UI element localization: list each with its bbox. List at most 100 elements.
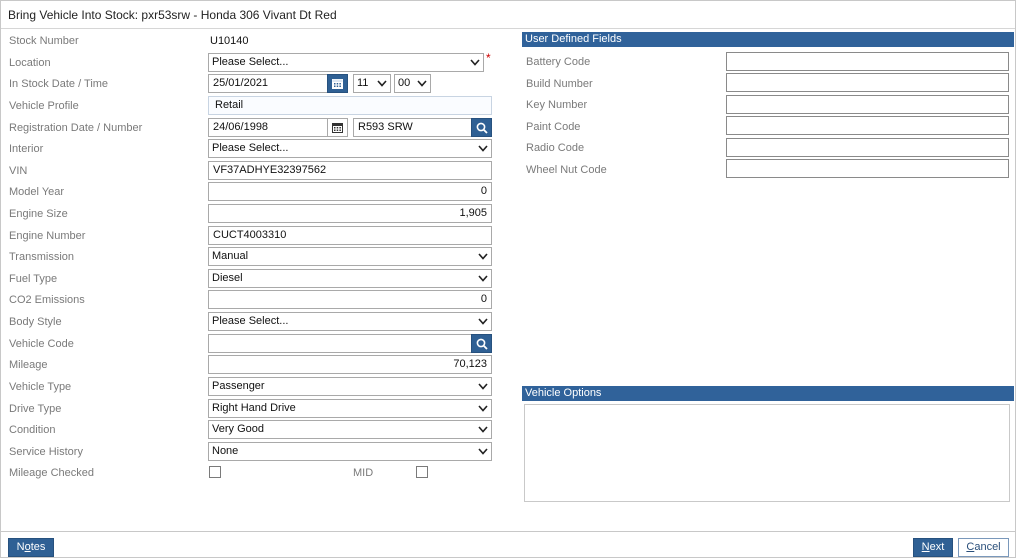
in-stock-hour-select[interactable]: 11	[353, 74, 391, 93]
interior-select[interactable]: Please Select...	[208, 139, 492, 158]
stock-number-value: U10140	[210, 35, 249, 47]
chevron-down-icon	[478, 448, 488, 455]
in-stock-label: In Stock Date / Time	[9, 78, 109, 90]
chevron-down-icon	[478, 426, 488, 433]
in-stock-date-input[interactable]: 25/01/2021	[208, 74, 328, 93]
radio-code-label: Radio Code	[526, 142, 585, 154]
key-number-label: Key Number	[526, 99, 588, 111]
radio-code-input[interactable]	[726, 138, 1009, 157]
fuel-type-select-value: Diesel	[212, 272, 243, 284]
vehicle-profile-field: Retail	[208, 96, 492, 115]
vehicle-code-search-button[interactable]	[471, 334, 492, 353]
calendar-icon	[332, 79, 343, 89]
key-number-input[interactable]	[726, 95, 1009, 114]
drive-type-select[interactable]: Right Hand Drive	[208, 399, 492, 418]
stock-number-label: Stock Number	[9, 35, 79, 47]
engine-size-input[interactable]: 1,905	[208, 204, 492, 223]
mileage-input[interactable]: 70,123	[208, 355, 492, 374]
mileage-label: Mileage	[9, 359, 48, 371]
chevron-down-icon	[470, 59, 480, 66]
user-defined-fields-header: User Defined Fields	[522, 32, 1014, 47]
paint-code-input[interactable]	[726, 116, 1009, 135]
mileage-checked-label: Mileage Checked	[9, 467, 94, 479]
build-number-label: Build Number	[526, 78, 593, 90]
condition-select[interactable]: Very Good	[208, 420, 492, 439]
in-stock-hour-value: 11	[357, 77, 369, 89]
wheel-nut-code-label: Wheel Nut Code	[526, 164, 607, 176]
battery-code-label: Battery Code	[526, 56, 591, 68]
mid-checkbox[interactable]	[416, 466, 428, 478]
location-select[interactable]: Please Select...	[208, 53, 484, 72]
vin-label: VIN	[9, 165, 28, 177]
vehicle-type-select-value: Passenger	[212, 380, 265, 392]
battery-code-input[interactable]	[726, 52, 1009, 71]
engine-number-label: Engine Number	[9, 230, 86, 242]
notes-button-label-pre: N	[16, 541, 25, 553]
calendar-icon	[332, 123, 343, 133]
registration-search-button[interactable]	[471, 118, 492, 137]
interior-select-value: Please Select...	[212, 142, 289, 154]
co2-input[interactable]: 0	[208, 290, 492, 309]
mid-label: MID	[353, 467, 374, 479]
in-stock-calendar-button[interactable]	[327, 74, 348, 93]
chevron-down-icon	[478, 253, 488, 260]
fuel-type-label: Fuel Type	[9, 273, 58, 285]
condition-label: Condition	[9, 424, 56, 436]
vehicle-code-label: Vehicle Code	[9, 338, 74, 350]
registration-number-input[interactable]: R593 SRW	[353, 118, 472, 137]
next-button-label-post: ext	[929, 541, 945, 553]
vin-input[interactable]: VF37ADHYE32397562	[208, 161, 492, 180]
notes-button-label-post: tes	[30, 541, 46, 553]
build-number-input[interactable]	[726, 73, 1009, 92]
location-select-value: Please Select...	[212, 56, 289, 68]
cancel-button-label-post: ancel	[974, 541, 1001, 553]
drive-type-select-value: Right Hand Drive	[212, 402, 296, 414]
body-style-select[interactable]: Please Select...	[208, 312, 492, 331]
chevron-down-icon	[417, 80, 427, 87]
search-icon	[476, 338, 488, 350]
service-history-select[interactable]: None	[208, 442, 492, 461]
wheel-nut-code-input[interactable]	[726, 159, 1009, 178]
chevron-down-icon	[478, 383, 488, 390]
footer-divider	[1, 531, 1015, 532]
body-style-label: Body Style	[9, 316, 62, 328]
chevron-down-icon	[377, 80, 387, 87]
engine-number-input[interactable]: CUCT4003310	[208, 226, 492, 245]
vehicle-options-box[interactable]	[524, 404, 1010, 502]
model-year-label: Model Year	[9, 186, 65, 198]
transmission-label: Transmission	[9, 251, 74, 263]
vehicle-options-header: Vehicle Options	[522, 386, 1014, 401]
bring-vehicle-into-stock-window: Bring Vehicle Into Stock: pxr53srw - Hon…	[0, 0, 1016, 558]
engine-size-label: Engine Size	[9, 208, 68, 220]
in-stock-minute-value: 00	[398, 77, 411, 89]
body-style-select-value: Please Select...	[212, 315, 289, 327]
paint-code-label: Paint Code	[526, 121, 581, 133]
next-button-label-mnemonic: N	[921, 541, 930, 553]
registration-label: Registration Date / Number	[9, 122, 143, 134]
registration-date-input[interactable]: 24/06/1998	[208, 118, 328, 137]
fuel-type-select[interactable]: Diesel	[208, 269, 492, 288]
vehicle-code-input[interactable]	[208, 334, 472, 353]
service-history-select-value: None	[212, 445, 239, 457]
chevron-down-icon	[478, 318, 488, 325]
transmission-select[interactable]: Manual	[208, 247, 492, 266]
in-stock-minute-select[interactable]: 00	[394, 74, 431, 93]
drive-type-label: Drive Type	[9, 403, 62, 415]
window-title: Bring Vehicle Into Stock: pxr53srw - Hon…	[1, 1, 1015, 29]
cancel-button[interactable]: Cancel	[958, 538, 1009, 557]
chevron-down-icon	[478, 405, 488, 412]
service-history-label: Service History	[9, 446, 83, 458]
chevron-down-icon	[478, 145, 488, 152]
mileage-checked-checkbox[interactable]	[209, 466, 221, 478]
registration-calendar-button[interactable]	[327, 118, 348, 137]
location-label: Location	[9, 57, 51, 69]
vehicle-profile-label: Vehicle Profile	[9, 100, 79, 112]
model-year-input[interactable]: 0	[208, 182, 492, 201]
search-icon	[476, 122, 488, 134]
vehicle-type-select[interactable]: Passenger	[208, 377, 492, 396]
vehicle-type-label: Vehicle Type	[9, 381, 72, 393]
transmission-select-value: Manual	[212, 250, 249, 262]
next-button[interactable]: Next	[913, 538, 953, 557]
co2-label: CO2 Emissions	[9, 294, 85, 306]
notes-button[interactable]: Notes	[8, 538, 54, 557]
